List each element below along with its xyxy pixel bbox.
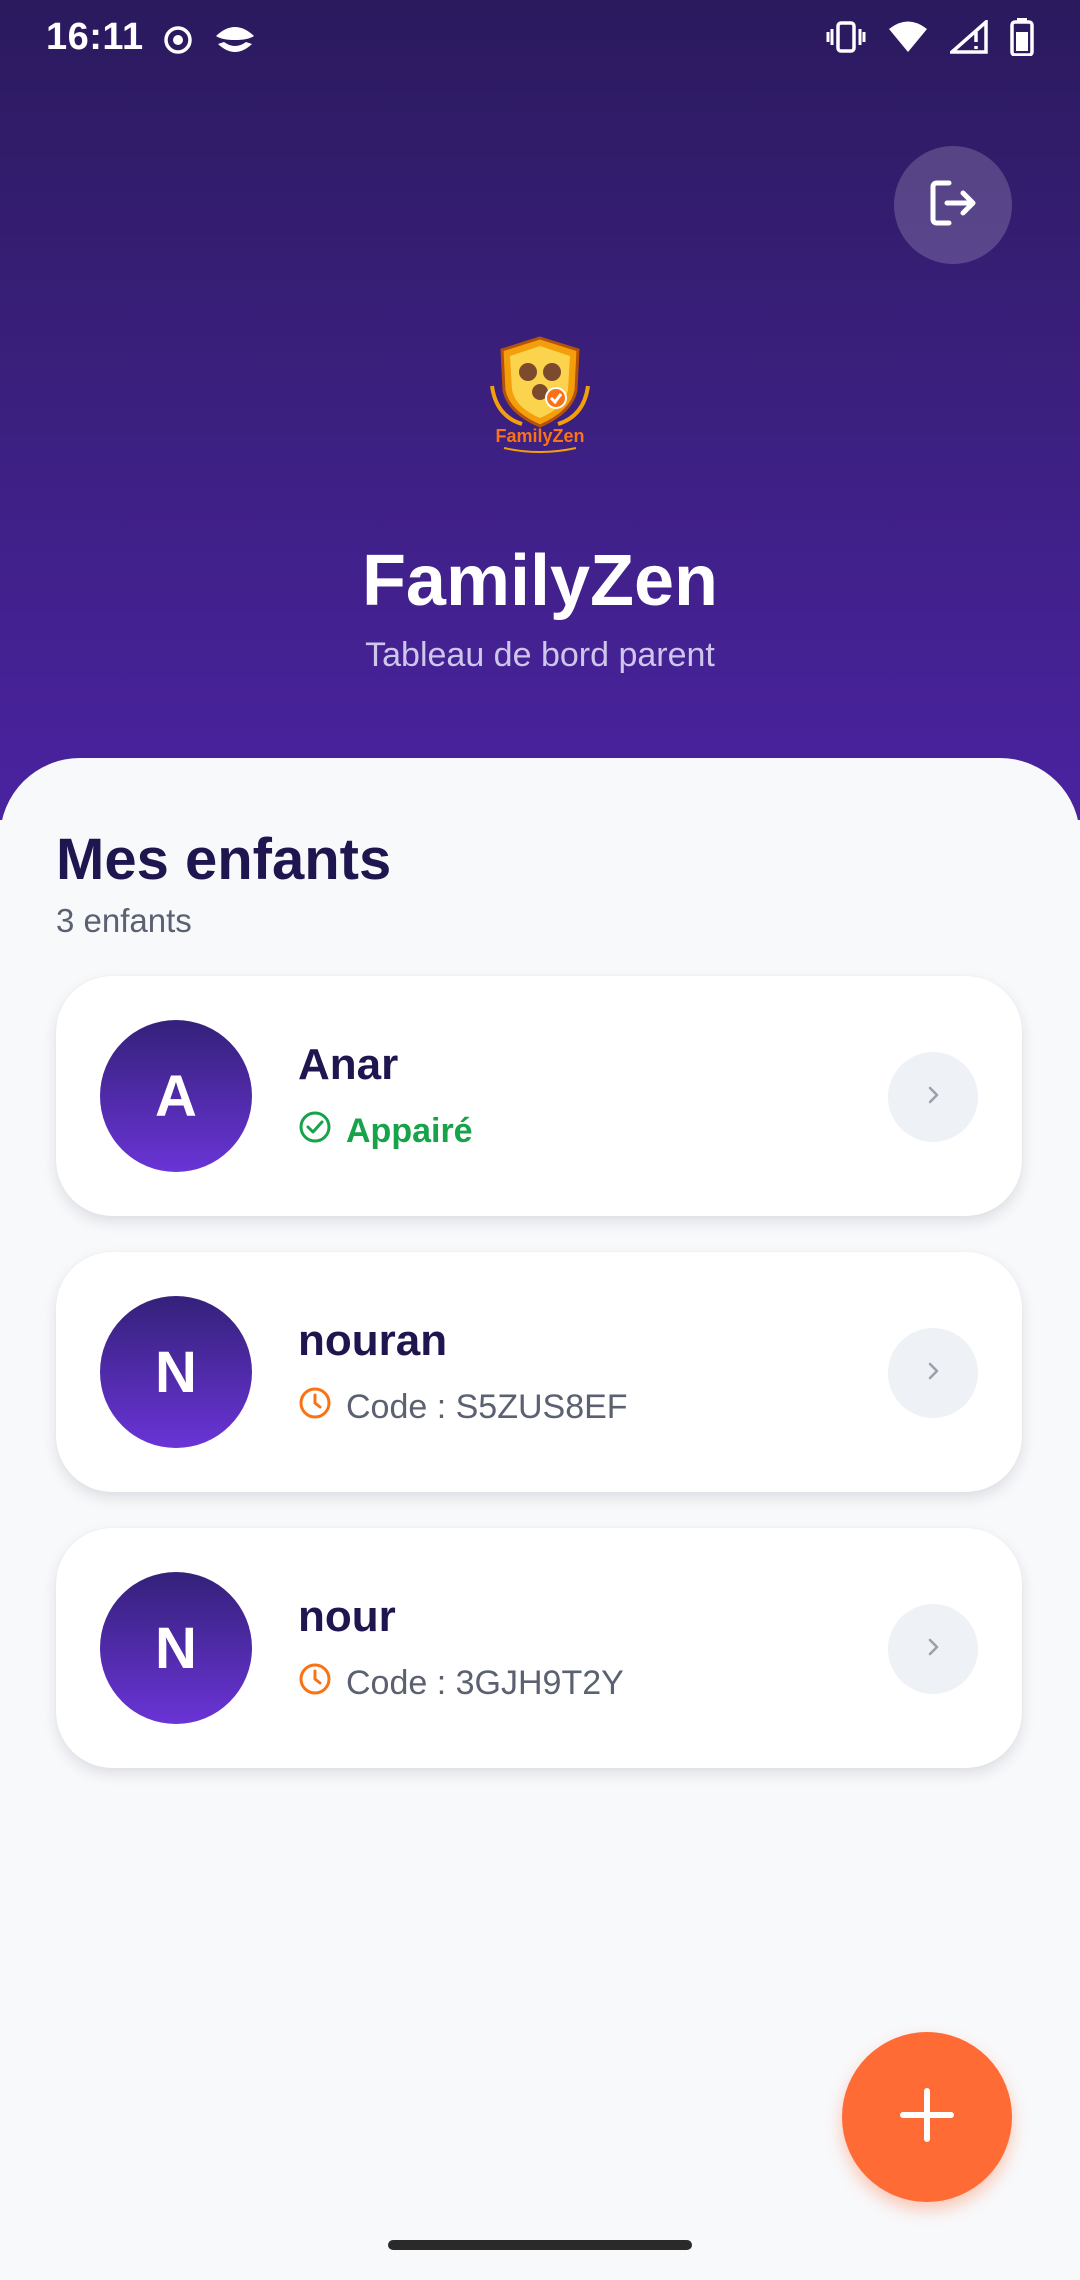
- open-child-button[interactable]: [888, 1328, 978, 1418]
- child-name: Anar: [298, 1040, 399, 1089]
- vibrate-icon: [826, 20, 866, 59]
- child-card-nour[interactable]: N nour Code : 3GJH9T2Y: [56, 1528, 1022, 1768]
- plus-icon: [897, 2085, 957, 2150]
- logout-icon: [925, 175, 981, 236]
- status-label: Appairé: [346, 1112, 473, 1150]
- children-count: 3 enfants: [56, 902, 192, 939]
- status-time: 16:11: [46, 16, 144, 58]
- child-card-nouran[interactable]: N nouran Code : S5ZUS8EF: [56, 1252, 1022, 1492]
- app-notification-icon: [212, 20, 258, 65]
- avatar: N: [100, 1572, 252, 1724]
- child-card-anar[interactable]: A Anar Appairé: [56, 976, 1022, 1216]
- record-icon: [162, 24, 194, 61]
- app-subtitle: Tableau de bord parent: [365, 636, 715, 674]
- open-child-button[interactable]: [888, 1052, 978, 1142]
- child-status: Appairé: [298, 1110, 473, 1153]
- avatar: N: [100, 1296, 252, 1448]
- child-status: Code : S5ZUS8EF: [298, 1386, 628, 1429]
- logo-text: FamilyZen: [495, 426, 584, 446]
- clock-icon: [298, 1662, 332, 1705]
- check-circle-icon: [298, 1110, 332, 1153]
- add-child-button[interactable]: [842, 2032, 1012, 2202]
- pairing-code: Code : 3GJH9T2Y: [346, 1664, 624, 1702]
- logout-button[interactable]: [894, 146, 1012, 264]
- chevron-right-icon: [921, 1359, 945, 1388]
- app-logo: FamilyZen: [482, 332, 598, 454]
- gesture-nav-handle[interactable]: [388, 2240, 692, 2250]
- header-background: 16:11 FamilyZen FamilyZen Tableau de bor…: [0, 0, 1080, 820]
- child-name: nour: [298, 1592, 396, 1641]
- open-child-button[interactable]: [888, 1604, 978, 1694]
- battery-icon: [1010, 18, 1034, 61]
- wifi-icon: [888, 20, 928, 59]
- section-title: Mes enfants: [56, 827, 392, 892]
- signal-icon: [947, 18, 988, 59]
- child-status: Code : 3GJH9T2Y: [298, 1662, 624, 1705]
- pairing-code: Code : S5ZUS8EF: [346, 1388, 628, 1426]
- chevron-right-icon: [921, 1635, 945, 1664]
- child-name: nouran: [298, 1316, 448, 1365]
- status-bar: 16:11: [0, 0, 1080, 80]
- avatar: A: [100, 1020, 252, 1172]
- app-title: FamilyZen: [361, 541, 719, 621]
- chevron-right-icon: [921, 1083, 945, 1112]
- clock-icon: [298, 1386, 332, 1429]
